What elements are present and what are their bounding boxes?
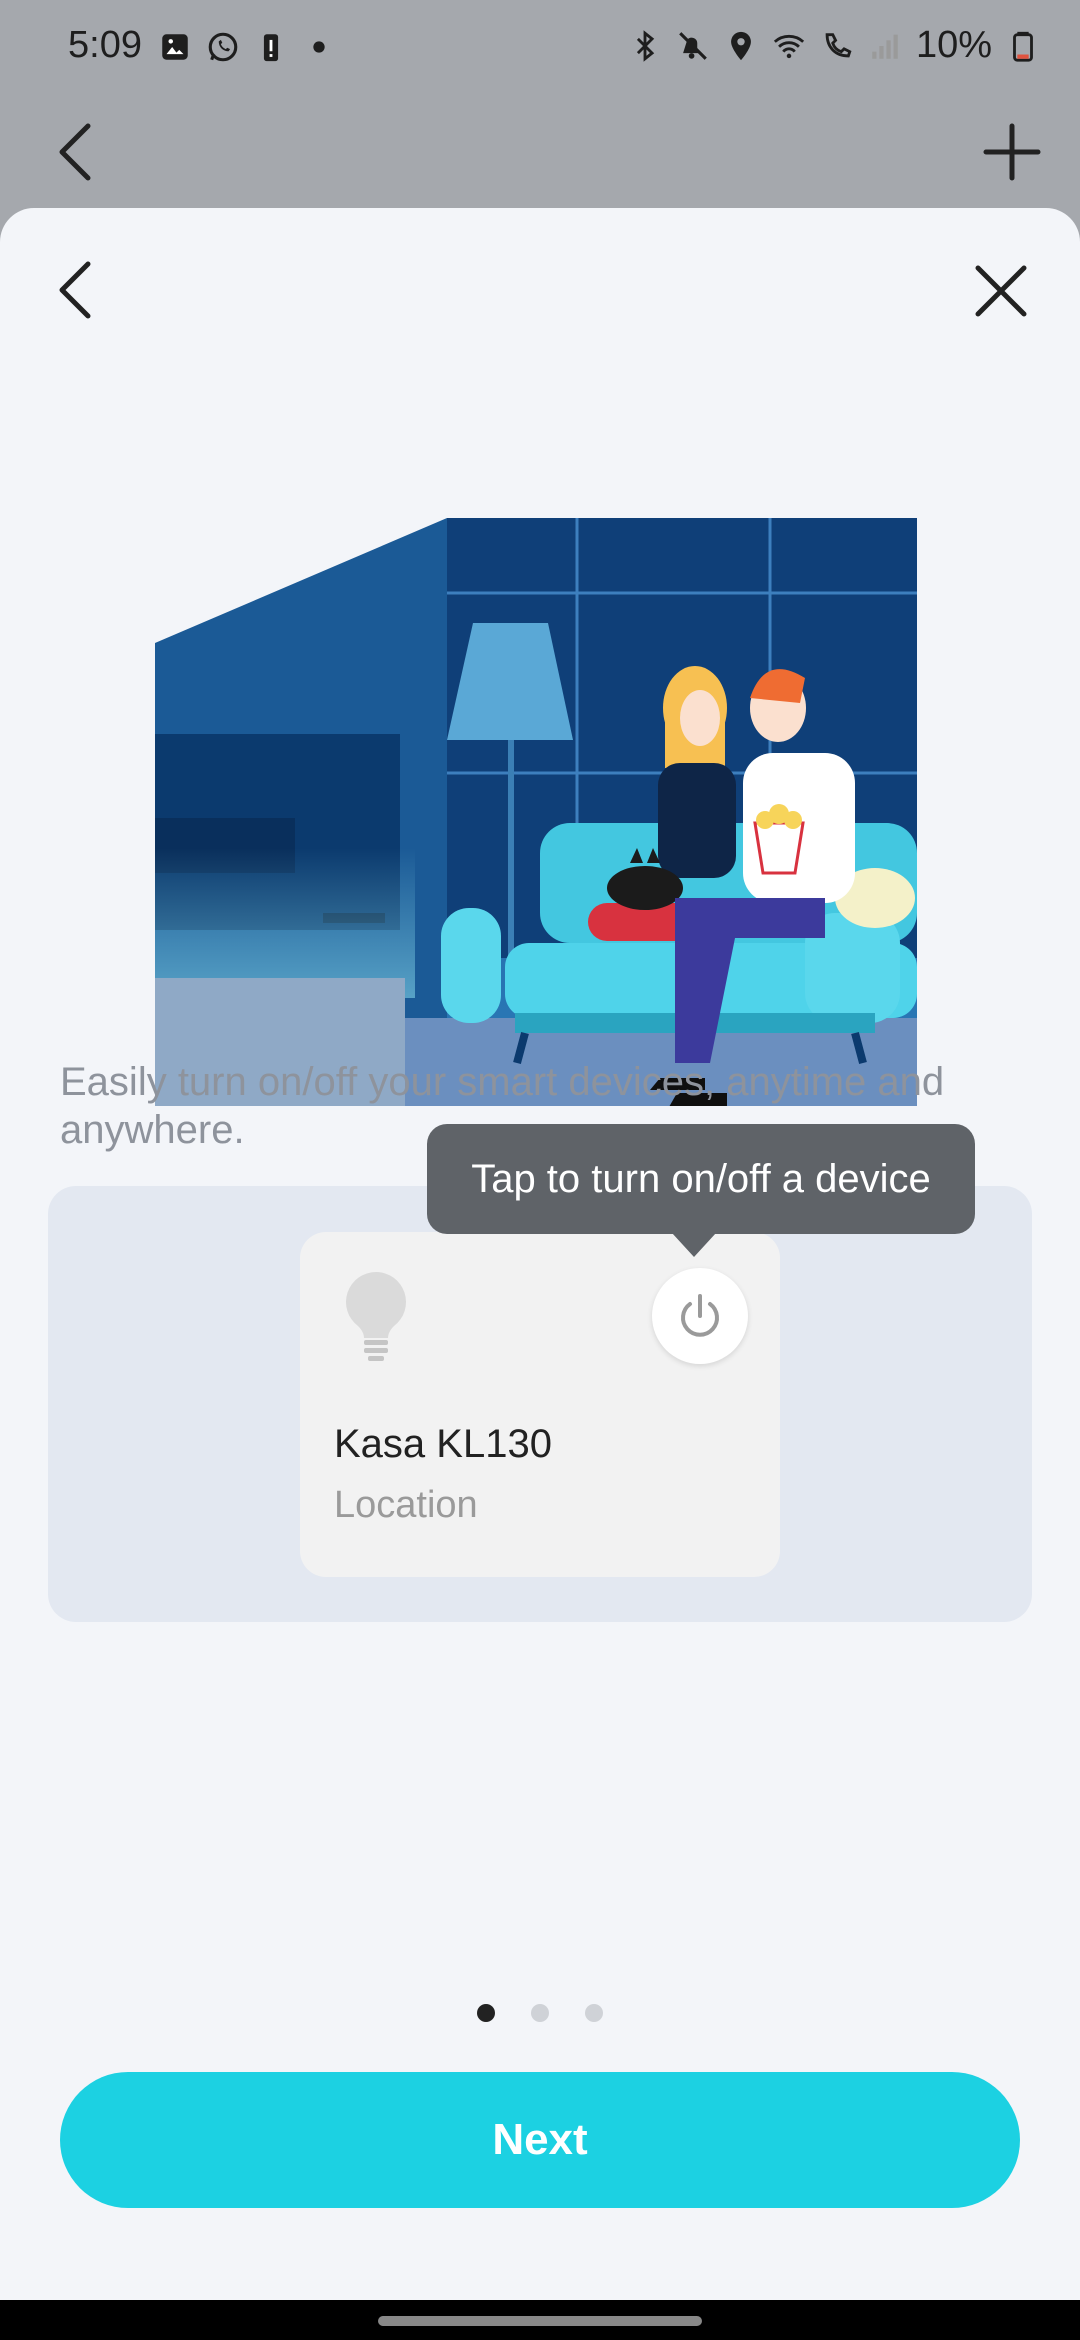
add-device-icon[interactable] [980,120,1044,184]
bluetooth-icon [636,29,655,62]
status-time: 5:09 [68,24,142,66]
page-dot-2 [531,2004,549,2022]
tooltip: Tap to turn on/off a device [427,1124,975,1234]
page-dot-3 [585,2004,603,2022]
battery-percent: 10% [915,24,992,66]
device-name: Kasa KL130 [334,1422,552,1466]
battery-icon [1013,31,1033,62]
page-indicator [477,2004,603,2022]
dot-icon [313,41,325,53]
device-location: Location [334,1484,478,1526]
notification-icons [158,30,336,64]
whatsapp-icon [208,32,238,62]
location-icon [731,31,751,60]
home-indicator[interactable] [378,2316,702,2326]
device-card[interactable]: Kasa KL130 Location [300,1232,780,1577]
gallery-icon [162,34,188,60]
wifi-icon [773,34,805,58]
power-icon [681,1294,719,1337]
living-room-illustration [155,518,917,1106]
tooltip-arrow [672,1233,716,1257]
lightbulb-icon [346,1272,406,1361]
signal-icon [872,34,898,59]
status-bar: 5:09 10% [0,0,1080,100]
next-button[interactable]: Next [60,2072,1020,2208]
wifi-calling-icon [825,32,852,57]
power-toggle-button[interactable] [652,1268,748,1364]
mute-icon [679,31,707,60]
page-dot-1 [477,2004,495,2022]
system-icons: 10% [628,24,1040,67]
back-icon[interactable] [52,258,98,322]
close-icon[interactable] [970,260,1032,322]
battery-alert-icon [263,34,279,62]
background-back-icon[interactable] [52,120,104,184]
